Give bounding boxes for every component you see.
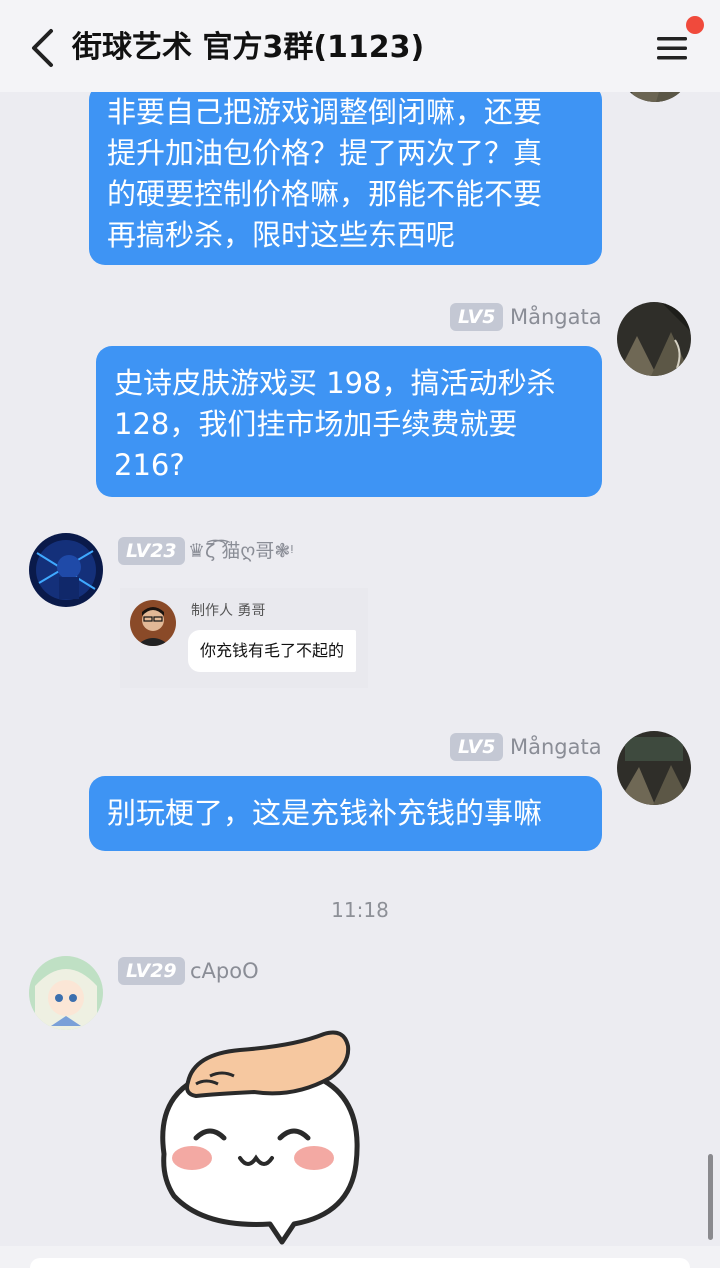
avatar[interactable]: [29, 956, 103, 1030]
avatar[interactable]: [617, 731, 691, 805]
chat-header: 街球艺术 官方3群(1123): [0, 0, 720, 92]
message-line: 的硬要控制价格嘛，那能不能不要: [107, 177, 543, 211]
message-line: 提升加油包价格？提了两次了？真: [107, 136, 543, 170]
avatar: [130, 600, 176, 646]
menu-button[interactable]: [648, 26, 696, 70]
level-badge: LV5: [450, 733, 504, 761]
avatar[interactable]: [617, 302, 691, 376]
chevron-left-icon: [32, 29, 53, 67]
message-line: 128，我们挂市场加手续费就要: [114, 407, 518, 441]
message-line: 别玩梗了，这是充钱补充钱的事嘛: [107, 796, 543, 830]
sender-name[interactable]: Mångata: [510, 303, 602, 331]
sender-name[interactable]: cApoO: [190, 957, 259, 985]
sender-name[interactable]: Mångata: [510, 733, 602, 761]
hamburger-menu-icon: [657, 37, 687, 60]
bun-head-pat-sticker[interactable]: [144, 1024, 374, 1246]
message-line: 216?: [114, 448, 185, 482]
scrollbar[interactable]: [708, 1154, 713, 1240]
message-bubble[interactable]: 史诗皮肤游戏买 198，搞活动秒杀 128，我们挂市场加手续费就要 216?: [96, 346, 602, 497]
level-badge: LV23: [118, 537, 185, 565]
message-bubble[interactable]: 非要自己把游戏调整倒闭嘛，还要 提升加油包价格？提了两次了？真 的硬要控制价格嘛…: [89, 84, 602, 265]
quoted-message-card[interactable]: 制作人 勇哥 你充钱有毛了不起的: [120, 588, 368, 688]
chat-title: 街球艺术 官方3群(1123): [72, 30, 425, 65]
message-line: 史诗皮肤游戏买 198，搞活动秒杀: [114, 366, 556, 400]
sender-name[interactable]: ♛ζ͡ ͡猫ღ哥❃ᵎ: [188, 537, 294, 565]
back-button[interactable]: [22, 26, 62, 70]
quoted-message-text: 你充钱有毛了不起的: [188, 630, 357, 672]
message-bubble[interactable]: 别玩梗了，这是充钱补充钱的事嘛: [89, 776, 602, 851]
message-input[interactable]: [30, 1258, 690, 1268]
message-line: 非要自己把游戏调整倒闭嘛，还要: [107, 95, 543, 129]
notification-dot: [686, 16, 704, 34]
level-badge: LV5: [450, 303, 504, 331]
quoted-sender-name: 制作人 勇哥: [191, 603, 266, 619]
timestamp: 11:18: [331, 898, 389, 922]
message-line: 再搞秒杀，限时这些东西呢: [107, 218, 456, 252]
level-badge: LV29: [118, 957, 185, 985]
avatar[interactable]: [29, 533, 103, 607]
